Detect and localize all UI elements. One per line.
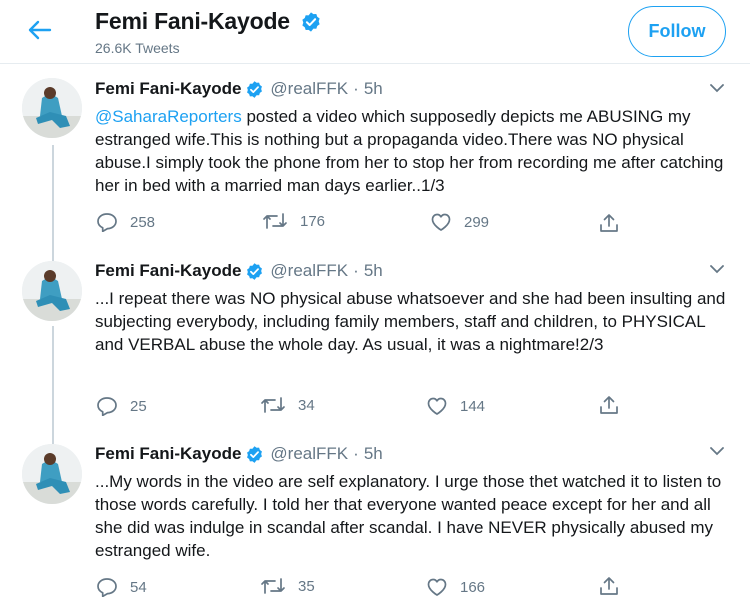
- tweet-menu-button[interactable]: [706, 81, 728, 97]
- avatar[interactable]: [22, 78, 82, 138]
- retweet-button[interactable]: 176: [262, 212, 325, 230]
- tweet-time[interactable]: 5h: [364, 261, 383, 281]
- profile-name-row: Femi Fani-Kayode: [95, 8, 322, 35]
- like-button[interactable]: 299: [430, 212, 489, 232]
- like-count: 144: [460, 397, 486, 415]
- chevron-down-icon: [710, 443, 724, 461]
- tweet-time[interactable]: 5h: [364, 444, 383, 464]
- author-handle[interactable]: @realFFK: [270, 261, 348, 281]
- share-icon: [598, 394, 620, 416]
- reply-button[interactable]: 54: [96, 577, 147, 597]
- share-icon: [598, 575, 620, 597]
- share-button[interactable]: [598, 575, 620, 597]
- tweet[interactable]: Femi Fani-Kayode @realFFK · 5h ...I repe…: [0, 247, 750, 429]
- avatar[interactable]: [22, 444, 82, 504]
- verified-badge-icon: [245, 262, 264, 281]
- retweet-icon: [260, 577, 286, 595]
- tweet[interactable]: Femi Fani-Kayode @realFFK · 5h @SaharaRe…: [0, 66, 750, 246]
- author-name[interactable]: Femi Fani-Kayode: [95, 261, 241, 281]
- follow-button[interactable]: Follow: [628, 6, 726, 57]
- author-handle[interactable]: @realFFK: [270, 79, 348, 99]
- reply-button[interactable]: 25: [96, 396, 147, 416]
- retweet-button[interactable]: 34: [260, 396, 315, 414]
- tweet-text: ...My words in the video are self explan…: [95, 472, 722, 560]
- reply-icon: [96, 212, 118, 232]
- tweet-header: Femi Fani-Kayode @realFFK · 5h: [95, 444, 383, 464]
- author-handle[interactable]: @realFFK: [270, 444, 348, 464]
- retweet-count: 35: [298, 577, 315, 595]
- reply-icon: [96, 577, 118, 597]
- author-name[interactable]: Femi Fani-Kayode: [95, 444, 241, 464]
- heart-icon: [430, 212, 452, 232]
- like-button[interactable]: 166: [426, 577, 485, 597]
- arrow-left-icon: [28, 20, 52, 45]
- reply-count: 258: [130, 213, 156, 231]
- tweet-header: Femi Fani-Kayode @realFFK · 5h: [95, 79, 383, 99]
- like-button[interactable]: 144: [426, 396, 485, 416]
- reply-icon: [96, 396, 118, 416]
- avatar[interactable]: [22, 261, 82, 321]
- profile-header: Femi Fani-Kayode 26.6K Tweets Follow: [0, 0, 750, 64]
- chevron-down-icon: [710, 261, 724, 279]
- heart-icon: [426, 577, 448, 597]
- tweet[interactable]: Femi Fani-Kayode @realFFK · 5h ...My wor…: [0, 429, 750, 615]
- retweet-icon: [262, 212, 288, 230]
- reply-count: 25: [130, 397, 147, 415]
- separator-dot: ·: [353, 261, 359, 280]
- profile-name: Femi Fani-Kayode: [95, 8, 290, 34]
- share-icon: [598, 212, 620, 234]
- separator-dot: ·: [353, 79, 359, 98]
- retweet-icon: [260, 396, 286, 414]
- tweet-count: 26.6K Tweets: [95, 40, 180, 56]
- author-name[interactable]: Femi Fani-Kayode: [95, 79, 241, 99]
- tweet-text: @SaharaReporters posted a video which su…: [95, 105, 735, 197]
- reply-button[interactable]: 258: [96, 212, 155, 232]
- back-button[interactable]: [22, 16, 58, 48]
- verified-badge-icon: [245, 80, 264, 99]
- tweet-menu-button[interactable]: [706, 262, 728, 278]
- mention-link[interactable]: @SaharaReporters: [95, 107, 242, 126]
- reply-count: 54: [130, 578, 147, 596]
- like-count: 166: [460, 578, 486, 596]
- share-button[interactable]: [598, 212, 620, 234]
- retweet-count: 34: [298, 396, 315, 414]
- tweet-time[interactable]: 5h: [364, 79, 383, 99]
- retweet-count: 176: [300, 212, 326, 230]
- like-count: 299: [464, 213, 490, 231]
- chevron-down-icon: [710, 80, 724, 98]
- tweet-header: Femi Fani-Kayode @realFFK · 5h: [95, 261, 383, 281]
- tweet-text: ...I repeat there was NO physical abuse …: [95, 289, 726, 354]
- share-button[interactable]: [598, 394, 620, 416]
- verified-badge-icon: [300, 11, 322, 33]
- tweet-menu-button[interactable]: [706, 444, 728, 460]
- heart-icon: [426, 396, 448, 416]
- separator-dot: ·: [353, 444, 359, 463]
- retweet-button[interactable]: 35: [260, 577, 315, 595]
- verified-badge-icon: [245, 445, 264, 464]
